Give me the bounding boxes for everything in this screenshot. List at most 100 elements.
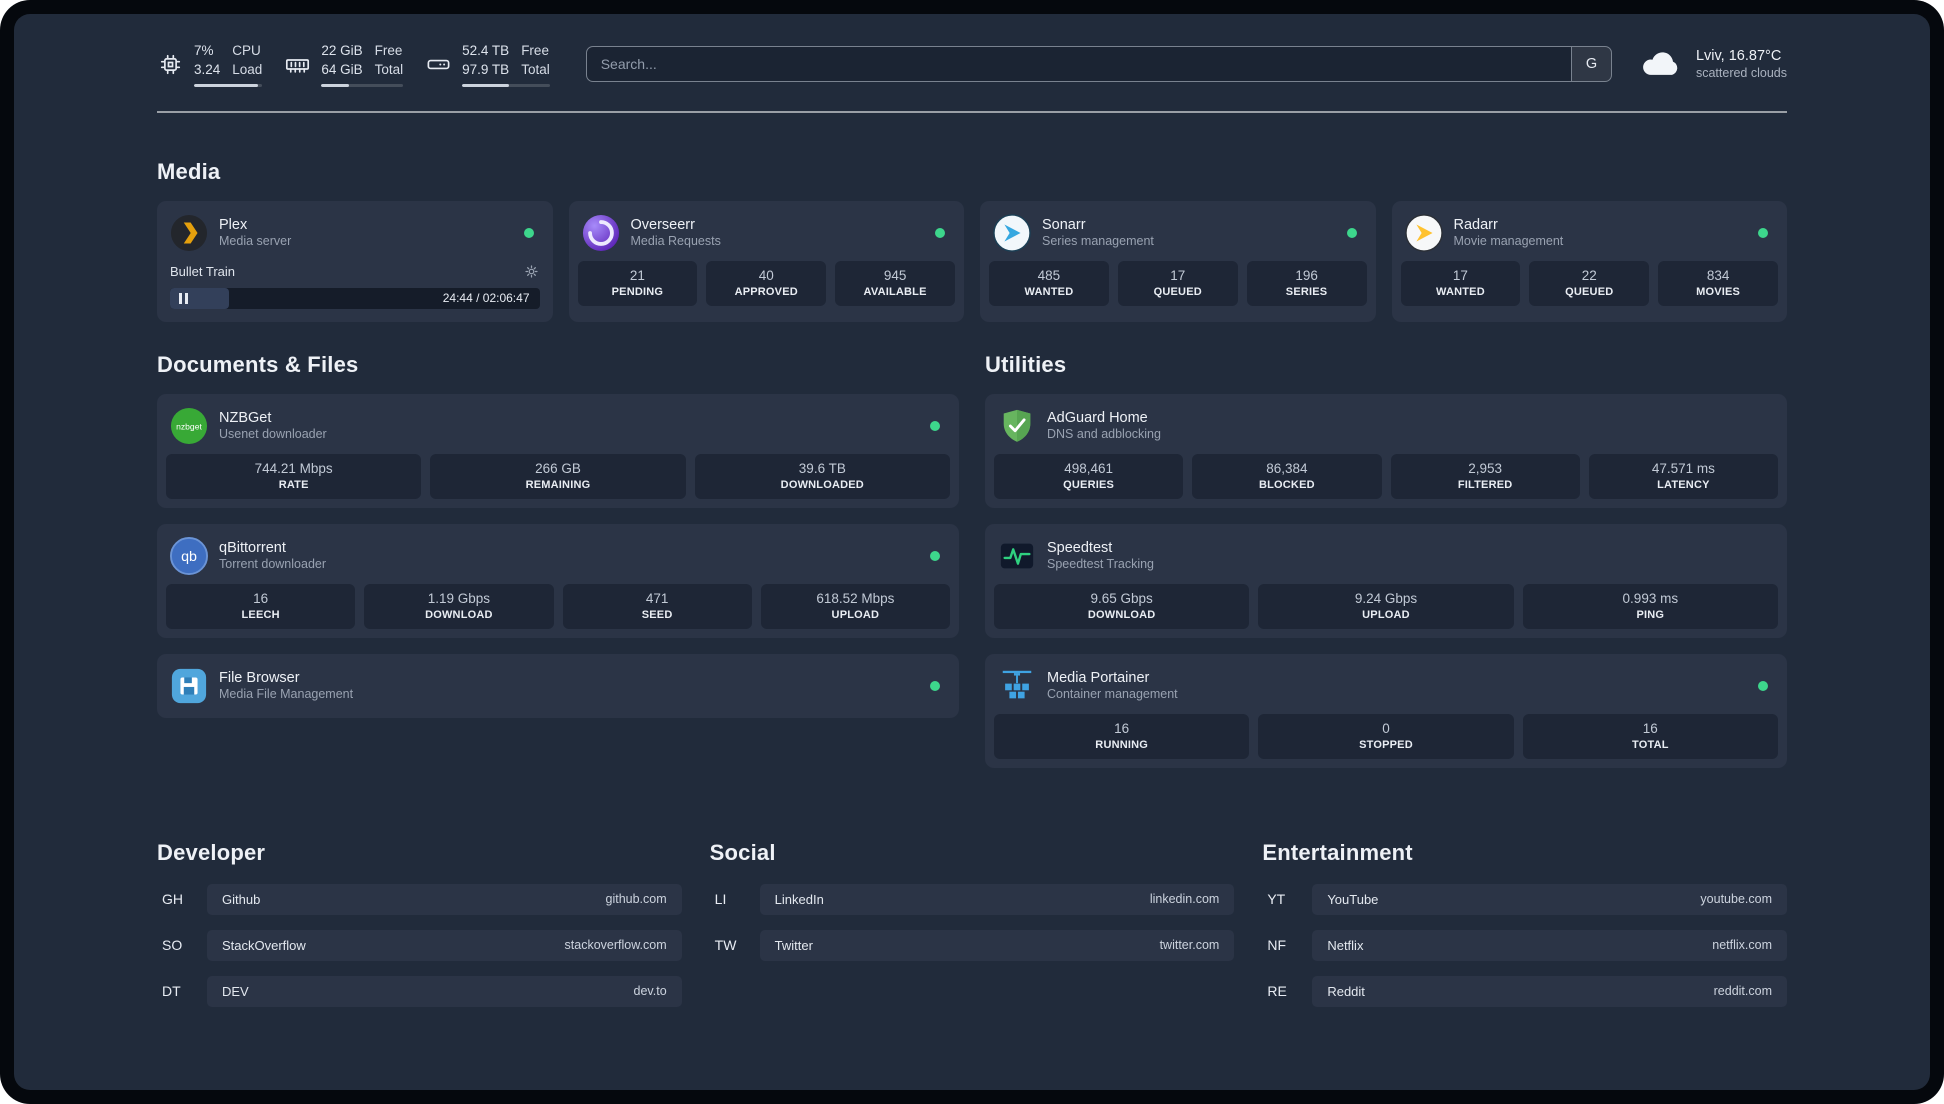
service-card-qbittorrent[interactable]: qb qBittorrent Torrent downloader 16 LEEC… [157, 523, 959, 638]
weather-widget: Lviv, 16.87°C scattered clouds [1638, 48, 1787, 80]
service-card-speedtest[interactable]: Speedtest Speedtest Tracking 9.65 Gbps DO… [985, 523, 1787, 638]
bookmark-twitter[interactable]: TW Twitter twitter.com [710, 929, 1235, 961]
bookmark-dev[interactable]: DT DEV dev.to [157, 975, 682, 1007]
status-dot [523, 227, 534, 238]
stat-total: 16 TOTAL [1522, 713, 1778, 759]
service-name: Radarr [1453, 217, 1498, 234]
bookmark-abbr: GH [162, 891, 183, 908]
stat-wanted: 17 WANTED [1400, 260, 1521, 306]
disk-widget: 52.4 TB 97.9 TB Free Total [425, 42, 550, 87]
stat-movies: 834 MOVIES [1658, 260, 1778, 306]
bookmark-abbr: RE [1267, 983, 1287, 1000]
overseerr-icon [582, 214, 620, 252]
bookmark-group-developer: Developer GH Github github.com SO StackOv… [157, 824, 682, 1022]
bookmark-stackoverflow[interactable]: SO StackOverflow stackoverflow.com [157, 929, 682, 961]
stat-leech: 16 LEECH [166, 583, 356, 629]
cpu-widget: 7% 3.24 CPU Load [157, 42, 263, 87]
stat-upload: 9.24 Gbps UPLOAD [1258, 583, 1514, 629]
stat-rate: 744.21 Mbps RATE [166, 453, 422, 499]
service-name: qBittorrent [219, 540, 286, 557]
stat-filtered: 2,953 FILTERED [1390, 453, 1580, 499]
bookmark-name: LinkedIn [774, 891, 824, 907]
screen-frame: 7% 3.24 CPU Load 22 GiB 64 GiB Free Tota… [0, 0, 1944, 1104]
settings-gear-icon[interactable] [523, 263, 540, 280]
service-subtitle: Media server [219, 234, 292, 249]
stat-download: 9.65 Gbps DOWNLOAD [994, 583, 1250, 629]
radarr-icon [1404, 214, 1443, 252]
stat-stopped: 0 STOPPED [1258, 713, 1514, 759]
service-name: NZBGet [219, 410, 272, 427]
section-title-documents: Documents & Files [157, 351, 359, 377]
bookmark-youtube[interactable]: YT YouTube youtube.com [1262, 883, 1787, 915]
memory-icon [284, 51, 311, 78]
memory-widget: 22 GiB 64 GiB Free Total [284, 42, 404, 87]
bookmark-url: netflix.com [1712, 938, 1772, 953]
stat-queued: 17 QUEUED [1117, 260, 1238, 306]
search-bar: G [585, 46, 1612, 83]
disk-icon [425, 51, 452, 78]
service-subtitle: DNS and adblocking [1047, 427, 1161, 442]
service-card-overseerr[interactable]: Overseerr Media Requests 21 PENDING 40 APP… [568, 200, 964, 322]
pause-button[interactable] [179, 292, 188, 304]
service-card-adguard[interactable]: AdGuard Home DNS and adblocking 498,461 Q… [985, 393, 1787, 508]
stat-pending: 21 PENDING [577, 260, 698, 306]
svg-text:qb: qb [181, 549, 197, 565]
service-name: File Browser [219, 670, 300, 687]
status-dot [930, 420, 940, 431]
cloud-icon [1638, 48, 1684, 80]
qbittorrent-icon: qb [170, 536, 208, 575]
bookmark-linkedin[interactable]: LI LinkedIn linkedin.com [710, 883, 1235, 915]
disk-readout: 52.4 TB 97.9 TB Free Total [462, 42, 550, 87]
memory-readout: 22 GiB 64 GiB Free Total [321, 42, 404, 87]
section-title-developer: Developer [157, 839, 266, 865]
stat-queries: 498,461 QUERIES [994, 453, 1184, 499]
now-playing: Bullet Train 24:44 / 02:06:47 [166, 261, 544, 313]
service-card-filebrowser[interactable]: File Browser Media File Management [157, 653, 959, 718]
status-dot [935, 227, 945, 238]
bookmark-name: Github [222, 891, 261, 907]
weather-condition: scattered clouds [1695, 66, 1787, 81]
service-name: Overseerr [630, 217, 695, 234]
status-dot [1758, 227, 1768, 238]
playback-progress-bar[interactable]: 24:44 / 02:06:47 [170, 287, 540, 309]
bookmark-github[interactable]: GH Github github.com [157, 883, 682, 915]
cpu-percent: 7% [194, 43, 214, 58]
service-card-radarr[interactable]: Radarr Movie management 17 WANTED 22 QUEUE… [1391, 200, 1787, 322]
bookmark-netflix[interactable]: NF Netflix netflix.com [1262, 929, 1787, 961]
bookmark-url: dev.to [633, 984, 667, 999]
svg-text:nzbget: nzbget [176, 421, 202, 431]
stat-upload: 618.52 Mbps UPLOAD [760, 583, 950, 629]
service-subtitle: Usenet downloader [219, 427, 327, 442]
service-card-sonarr[interactable]: Sonarr Series management 485 WANTED 17 QUE… [980, 200, 1376, 322]
service-name: Speedtest [1047, 540, 1113, 557]
stat-seed: 471 SEED [562, 583, 752, 629]
cpu-icon [157, 51, 184, 78]
bookmark-reddit[interactable]: RE Reddit reddit.com [1262, 975, 1787, 1007]
stat-ping: 0.993 ms PING [1522, 583, 1778, 629]
filebrowser-icon [170, 667, 208, 705]
service-name: AdGuard Home [1047, 410, 1148, 427]
stat-available: 945 AVAILABLE [835, 260, 955, 306]
bookmark-abbr: SO [162, 937, 183, 954]
service-name: Media Portainer [1047, 670, 1150, 687]
bookmark-name: Twitter [774, 937, 813, 953]
weather-location: Lviv, 16.87°C [1695, 48, 1782, 65]
stat-latency: 47.571 ms LATENCY [1588, 453, 1778, 499]
search-provider-button[interactable]: G [1570, 47, 1611, 82]
bookmark-abbr: DT [162, 983, 181, 1000]
bookmark-url: linkedin.com [1149, 892, 1220, 907]
sonarr-icon [993, 214, 1031, 252]
bookmark-url: stackoverflow.com [564, 938, 667, 953]
search-input[interactable] [586, 47, 1571, 82]
bookmark-group-social: Social LI LinkedIn linkedin.com TW Twitte… [710, 824, 1235, 976]
service-subtitle: Speedtest Tracking [1047, 557, 1155, 572]
service-card-nzbget[interactable]: nzbget NZBGet Usenet downloader 744.21 M… [157, 393, 959, 508]
memory-progress-bar [321, 83, 404, 87]
dashboard-app: 7% 3.24 CPU Load 22 GiB 64 GiB Free Tota… [14, 14, 1930, 1090]
cpu-progress-bar [194, 83, 263, 87]
bookmark-name: DEV [222, 983, 249, 999]
service-card-plex[interactable]: Plex Media server Bullet Train 24:44 / 0… [157, 200, 553, 322]
memory-total: 64 GiB [321, 61, 363, 77]
service-card-portainer[interactable]: Media Portainer Container management 16 R… [985, 653, 1787, 768]
service-subtitle: Media Requests [630, 234, 721, 249]
